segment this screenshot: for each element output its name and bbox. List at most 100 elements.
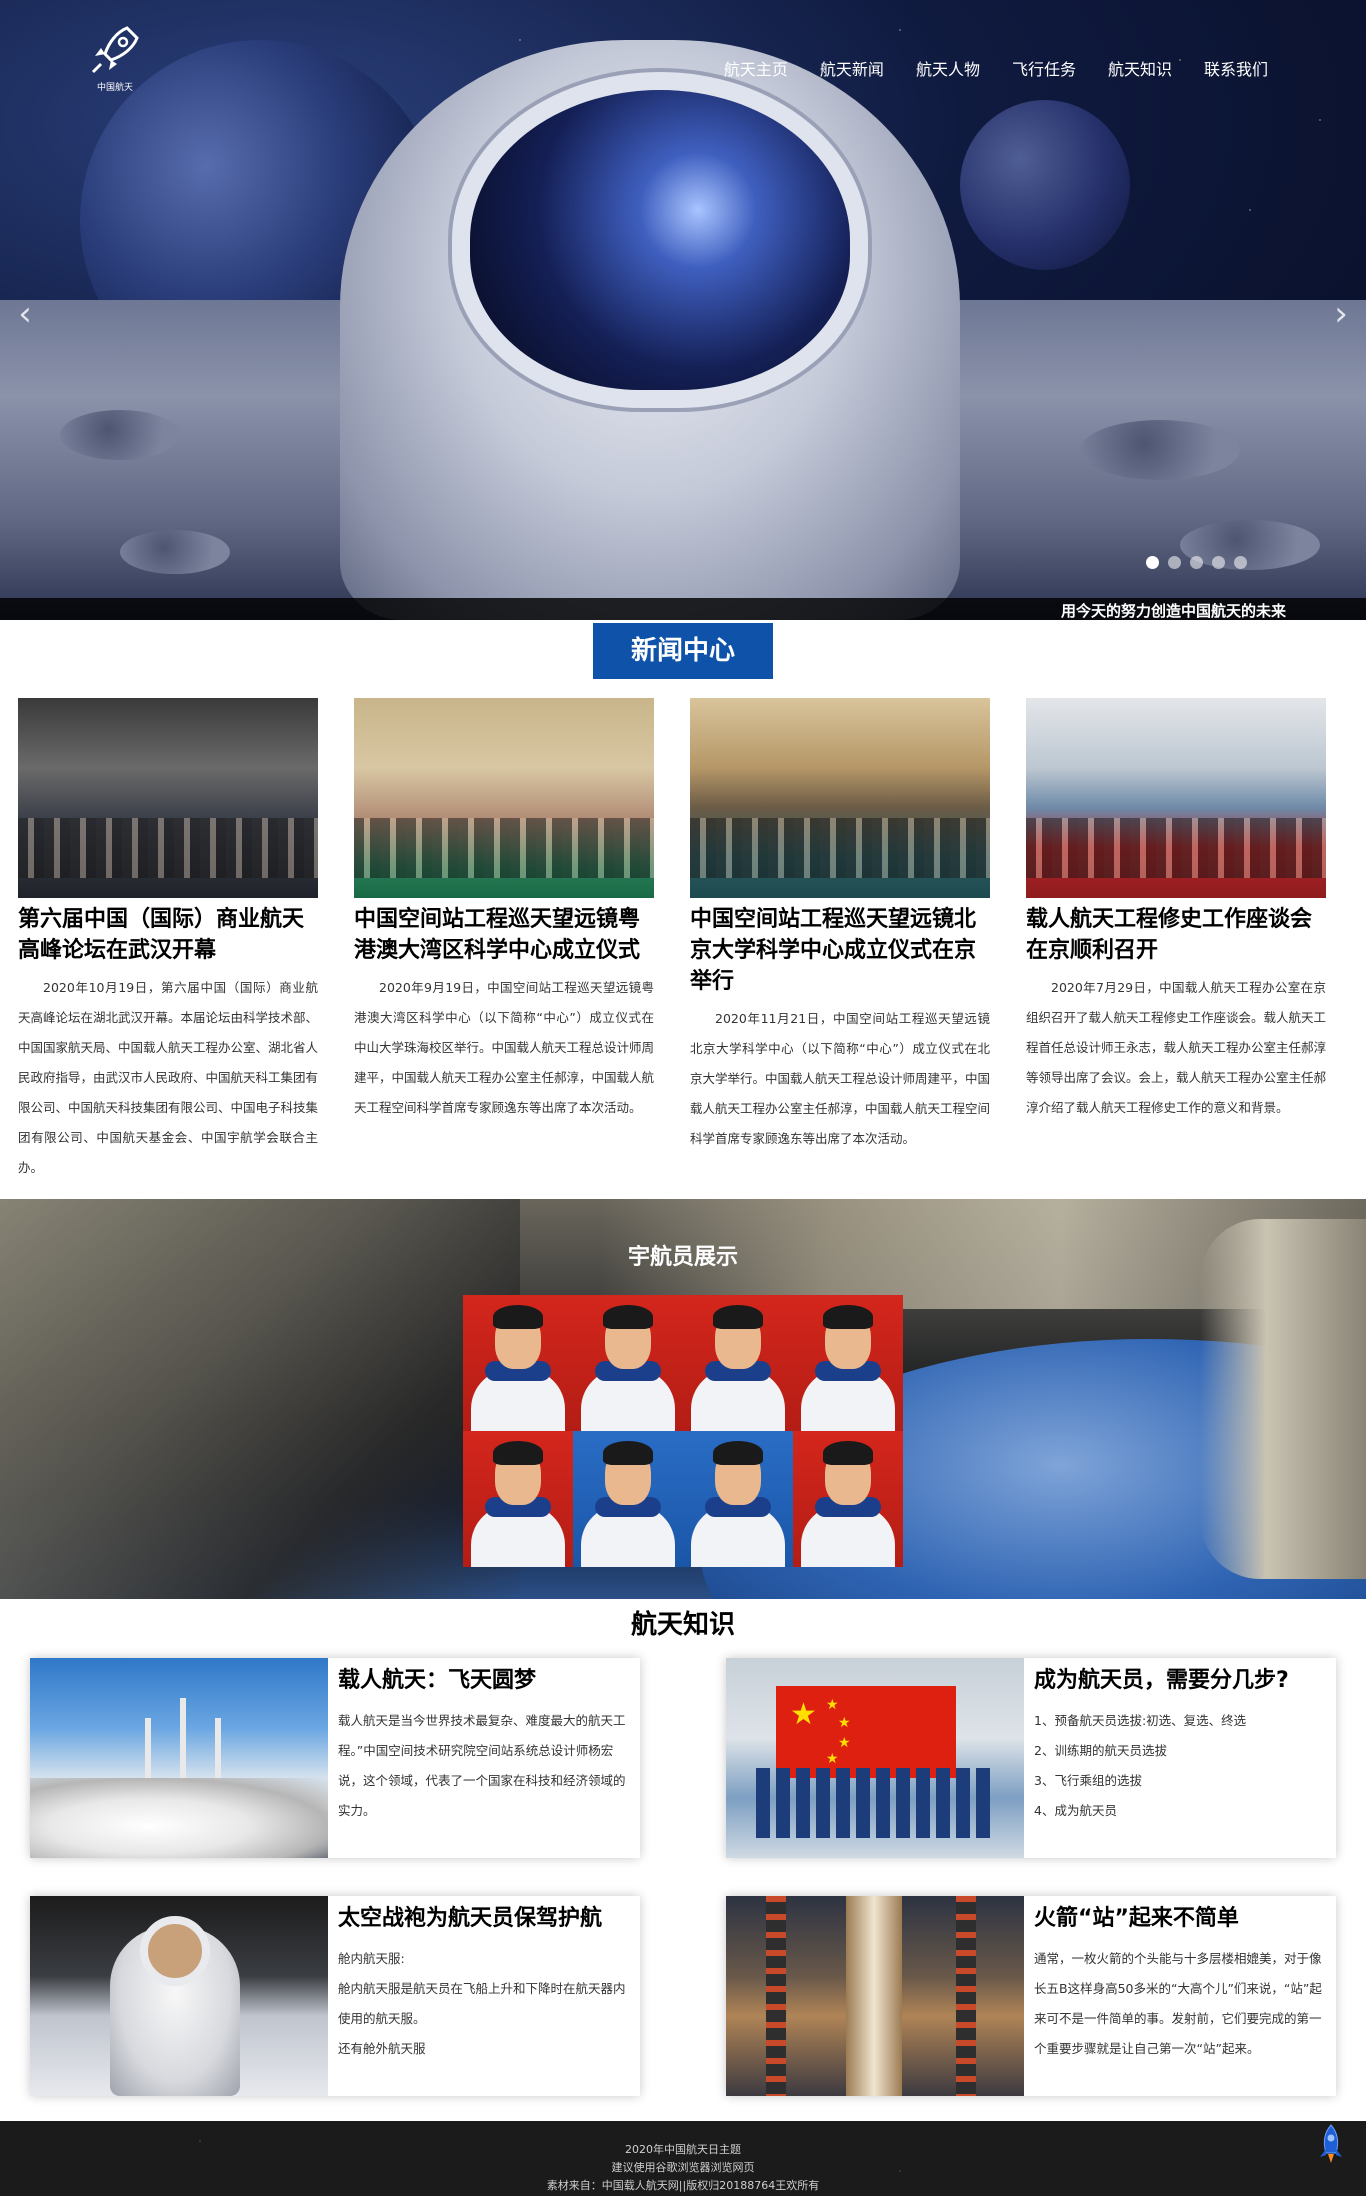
- news-headline[interactable]: 中国空间站工程巡天望远镜北京大学科学中心成立仪式在京举行: [690, 904, 990, 997]
- hair: [493, 1305, 543, 1329]
- main-nav: 航天主页 航天新闻 航天人物 飞行任务 航天知识 联系我们: [708, 56, 1284, 80]
- slide-dot[interactable]: [1212, 556, 1225, 569]
- astronaut-portrait[interactable]: [463, 1295, 573, 1431]
- nav-item-contact[interactable]: 联系我们: [1188, 56, 1284, 80]
- nav-item-people[interactable]: 航天人物: [900, 56, 996, 80]
- knowledge-title[interactable]: 成为航天员，需要分几步?: [1034, 1662, 1326, 1700]
- hero-banner: 中国航天 航天主页 航天新闻 航天人物 飞行任务 航天知识 联系我们 ‹ › 用…: [0, 0, 1366, 620]
- list-item: 3、飞行乘组的选拔: [1034, 1773, 1142, 1788]
- hero-slogan: 用今天的努力创造中国航天的未来: [1060, 602, 1286, 620]
- body-line: 舱内航天服是航天员在飞船上升和下降时在航天器内使用的航天服。: [338, 1981, 626, 2026]
- knowledge-card[interactable]: 火箭“站”起来不简单 通常，一枚火箭的个头能与十多层楼相媲美，对于像长五B这样身…: [726, 1896, 1336, 2096]
- knowledge-title[interactable]: 太空战袍为航天员保驾护航: [338, 1900, 630, 1938]
- slide-dot[interactable]: [1234, 556, 1247, 569]
- crater: [1080, 420, 1240, 480]
- astronaut-portrait[interactable]: [683, 1295, 793, 1431]
- astronaut-portrait[interactable]: [573, 1431, 683, 1567]
- news-card[interactable]: 中国空间站工程巡天望远镜北京大学科学中心成立仪式在京举行 2020年11月21日…: [690, 698, 990, 1188]
- planet-right: [960, 100, 1130, 270]
- launch-frame: [766, 1896, 786, 2096]
- knowledge-photo[interactable]: [726, 1896, 1024, 2096]
- star-icon: ★: [838, 1735, 851, 1751]
- knowledge-photo[interactable]: [30, 1658, 328, 1858]
- photo-crowd: [1026, 818, 1326, 878]
- news-photo[interactable]: [1026, 698, 1326, 898]
- hair: [493, 1441, 543, 1465]
- hair: [603, 1305, 653, 1329]
- knowledge-card[interactable]: 载人航天：飞天圆梦 载人航天是当今世界技术最复杂、难度最大的航天工程。”中国空间…: [30, 1658, 640, 1858]
- nav-item-missions[interactable]: 飞行任务: [996, 56, 1092, 80]
- astronaut-portrait[interactable]: [793, 1295, 903, 1431]
- logo[interactable]: 中国航天: [80, 22, 150, 102]
- news-grid: 第六届中国（国际）商业航天高峰论坛在武汉开幕 2020年10月19日，第六届中国…: [18, 698, 1348, 1188]
- knowledge-title[interactable]: 载人航天：飞天圆梦: [338, 1662, 630, 1700]
- hair: [823, 1441, 873, 1465]
- news-card[interactable]: 载人航天工程修史工作座谈会在京顺利召开 2020年7月29日，中国载人航天工程办…: [1026, 698, 1326, 1188]
- knowledge-photo[interactable]: ★ ★ ★ ★ ★: [726, 1658, 1024, 1858]
- launch-frame: [956, 1896, 976, 2096]
- launch-smoke: [30, 1778, 328, 1858]
- slogan-bar: 用今天的努力创造中国航天的未来: [0, 598, 1366, 620]
- news-photo[interactable]: [690, 698, 990, 898]
- knowledge-section-title: 航天知识: [630, 1610, 735, 1640]
- news-headline[interactable]: 载人航天工程修史工作座谈会在京顺利召开: [1026, 904, 1326, 966]
- news-section-title: 新闻中心: [593, 623, 773, 679]
- rocket-body: [846, 1896, 902, 2096]
- nav-item-news[interactable]: 航天新闻: [804, 56, 900, 80]
- slide-dot[interactable]: [1190, 556, 1203, 569]
- knowledge-card[interactable]: ★ ★ ★ ★ ★ 成为航天员，需要分几步? 1、预备航天员选拔:初选、复选、终…: [726, 1658, 1336, 1858]
- photo-crowd: [18, 818, 318, 878]
- crater: [120, 530, 230, 574]
- astronaut-lineup: [756, 1768, 996, 1838]
- list-item: 2、训练期的航天员选拔: [1034, 1743, 1167, 1758]
- knowledge-photo[interactable]: [30, 1896, 328, 2096]
- chevron-right-icon[interactable]: ›: [1326, 296, 1356, 332]
- knowledge-title[interactable]: 火箭“站”起来不简单: [1034, 1900, 1326, 1938]
- chevron-left-icon[interactable]: ‹: [10, 296, 40, 332]
- astronaut-portrait[interactable]: [573, 1295, 683, 1431]
- hair: [713, 1441, 763, 1465]
- list-item: 4、成为航天员: [1034, 1803, 1117, 1818]
- slide-dot[interactable]: [1146, 556, 1159, 569]
- nav-item-knowledge[interactable]: 航天知识: [1092, 56, 1188, 80]
- hair: [823, 1305, 873, 1329]
- footer: 2020年中国航天日主题 建议使用谷歌浏览器浏览网页 素材来自：中国载人航天网|…: [0, 2121, 1366, 2196]
- logo-text: 中国航天: [96, 83, 133, 93]
- knowledge-card[interactable]: 太空战袍为航天员保驾护航 舱内航天服: 舱内航天服是航天员在飞船上升和下降时在航…: [30, 1896, 640, 2096]
- news-card[interactable]: 第六届中国（国际）商业航天高峰论坛在武汉开幕 2020年10月19日，第六届中国…: [18, 698, 318, 1188]
- astronaut-portrait[interactable]: [683, 1431, 793, 1567]
- star-icon: ★: [826, 1697, 839, 1713]
- news-photo[interactable]: [354, 698, 654, 898]
- astronaut-portrait[interactable]: [463, 1431, 573, 1567]
- rocket-icon[interactable]: [1316, 2123, 1346, 2165]
- body-line: 舱内航天服:: [338, 1951, 405, 1966]
- news-headline[interactable]: 第六届中国（国际）商业航天高峰论坛在武汉开幕: [18, 904, 318, 966]
- slide-dots: [1146, 556, 1247, 569]
- knowledge-text: 火箭“站”起来不简单 通常，一枚火箭的个头能与十多层楼相媲美，对于像长五B这样身…: [1024, 1896, 1336, 2096]
- footer-browser-note: 建议使用谷歌浏览器浏览网页: [611, 2161, 755, 2174]
- body-line: 还有舱外航天服: [338, 2041, 426, 2056]
- knowledge-body: 通常，一枚火箭的个头能与十多层楼相媲美，对于像长五B这样身高50多米的“大高个儿…: [1034, 1951, 1322, 2056]
- knowledge-text: 太空战袍为航天员保驾护航 舱内航天服: 舱内航天服是航天员在飞船上升和下降时在航…: [328, 1896, 640, 2096]
- astronaut-grid: [463, 1295, 903, 1567]
- hair: [603, 1441, 653, 1465]
- news-photo[interactable]: [18, 698, 318, 898]
- hair: [713, 1305, 763, 1329]
- astronaut-showcase: 宇航员展示: [0, 1199, 1366, 1599]
- news-body: 2020年11月21日，中国空间站工程巡天望远镜北京大学科学中心（以下简称“中心…: [690, 1011, 991, 1146]
- knowledge-body: 舱内航天服: 舱内航天服是航天员在飞船上升和下降时在航天器内使用的航天服。 还有…: [338, 1944, 630, 2064]
- astronaut-portrait[interactable]: [793, 1431, 903, 1567]
- news-body: 2020年7月29日，中国载人航天工程办公室在京组织召开了载人航天工程修史工作座…: [1026, 980, 1327, 1115]
- showcase-title: 宇航员展示: [627, 1245, 738, 1270]
- news-card[interactable]: 中国空间站工程巡天望远镜粤港澳大湾区科学中心成立仪式 2020年9月19日，中国…: [354, 698, 654, 1188]
- news-headline[interactable]: 中国空间站工程巡天望远镜粤港澳大湾区科学中心成立仪式: [354, 904, 654, 966]
- news-body: 2020年10月19日，第六届中国（国际）商业航天高峰论坛在湖北武汉开幕。本届论…: [18, 980, 319, 1175]
- knowledge-list: 1、预备航天员选拔:初选、复选、终选 2、训练期的航天员选拔 3、飞行乘组的选拔…: [1034, 1706, 1326, 1826]
- knowledge-text: 载人航天：飞天圆梦 载人航天是当今世界技术最复杂、难度最大的航天工程。”中国空间…: [328, 1658, 640, 1858]
- nav-item-home[interactable]: 航天主页: [708, 56, 804, 80]
- knowledge-text: 成为航天员，需要分几步? 1、预备航天员选拔:初选、复选、终选 2、训练期的航天…: [1024, 1658, 1336, 1858]
- slide-dot[interactable]: [1168, 556, 1181, 569]
- knowledge-body: 载人航天是当今世界技术最复杂、难度最大的航天工程。”中国空间技术研究院空间站系统…: [338, 1713, 626, 1818]
- rocket-logo-icon: [91, 26, 139, 74]
- photo-crowd: [690, 818, 990, 878]
